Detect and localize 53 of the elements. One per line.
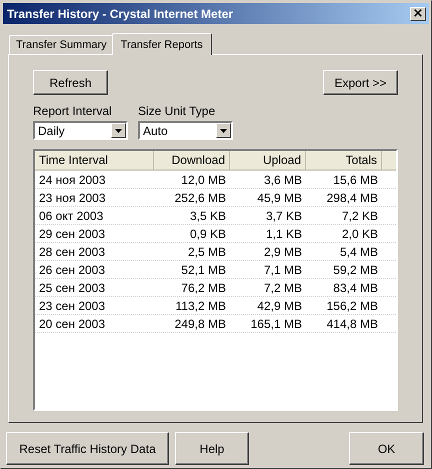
table-cell-text: 83,4 MB <box>332 280 379 296</box>
table-cell-text: 298,4 MB <box>326 190 379 206</box>
table-cell-text: 29 сен 2003 <box>38 226 106 242</box>
column-header[interactable]: Time Interval <box>35 151 154 171</box>
table-cell-text: 45,9 MB <box>256 190 303 206</box>
table-cell-text: 28 сен 2003 <box>38 244 106 260</box>
refresh-button[interactable]: Refresh <box>33 70 108 95</box>
table-cell-text: 0,9 KB <box>188 226 227 242</box>
table-cell-text: 2,0 KB <box>340 226 379 242</box>
table-cell-text: 23 ноя 2003 <box>38 190 107 206</box>
table-cell-text: 20 сен 2003 <box>38 316 106 332</box>
table-cell-text: 7,2 KB <box>340 208 379 224</box>
table-cell-text: 26 сен 2003 <box>38 262 106 278</box>
table-cell-text: 165,1 MB <box>250 316 303 332</box>
field-label: Size Unit Type <box>138 104 216 118</box>
dialog-button[interactable]: OK <box>349 432 424 465</box>
tab[interactable]: Transfer Summary <box>9 35 114 54</box>
table-cell-text: 3,7 KB <box>264 208 303 224</box>
table-cell-text: 2,5 MB <box>186 244 227 260</box>
table-cell-text: 414,8 MB <box>326 316 379 332</box>
table-cell-text: 06 окт 2003 <box>38 208 104 224</box>
dropdown[interactable]: Daily <box>33 121 128 140</box>
table-cell-text: 5,4 MB <box>338 244 379 260</box>
column-header[interactable]: Upload <box>230 151 306 171</box>
table-cell-text: 23 сен 2003 <box>38 298 106 314</box>
table-cell-text: 7,1 MB <box>262 262 303 278</box>
tab[interactable]: Transfer Reports <box>112 33 212 55</box>
table-cell-text: 15,6 MB <box>332 172 379 188</box>
table-cell-text: 1,1 KB <box>264 226 303 242</box>
column-header[interactable]: Totals <box>306 151 382 171</box>
dropdown[interactable]: Auto <box>138 121 233 140</box>
close-button[interactable]: × <box>410 6 426 20</box>
column-header[interactable]: Download <box>154 151 230 171</box>
field-label: Report Interval <box>33 104 113 118</box>
table-cell-text: 12,0 MB <box>180 172 227 188</box>
export-button[interactable]: Export >> <box>323 70 398 95</box>
table-cell-text: 24 ноя 2003 <box>38 172 107 188</box>
table-cell-text: 52,1 MB <box>180 262 227 278</box>
table-cell-text: 3,5 KB <box>188 208 227 224</box>
table-cell-text: 76,2 MB <box>180 280 227 296</box>
table-cell-text: 252,6 MB <box>174 190 227 206</box>
window-title: Transfer History - Crystal Internet Meter <box>7 6 234 20</box>
dialog-button[interactable]: Help <box>175 432 249 465</box>
table-cell-text: 7,2 MB <box>262 280 303 296</box>
table-cell-text: 59,2 MB <box>332 262 379 278</box>
table-cell-text: 25 сен 2003 <box>38 280 106 296</box>
table-cell-text: 249,8 MB <box>174 316 227 332</box>
table-cell-text: 156,2 MB <box>326 298 379 314</box>
table-cell-text: 113,2 MB <box>174 298 227 314</box>
dialog-button[interactable]: Reset Traffic History Data <box>6 432 169 465</box>
table-cell-text: 42,9 MB <box>256 298 303 314</box>
table-cell-text: 3,6 MB <box>262 172 303 188</box>
table-cell-text: 2,9 MB <box>262 244 303 260</box>
